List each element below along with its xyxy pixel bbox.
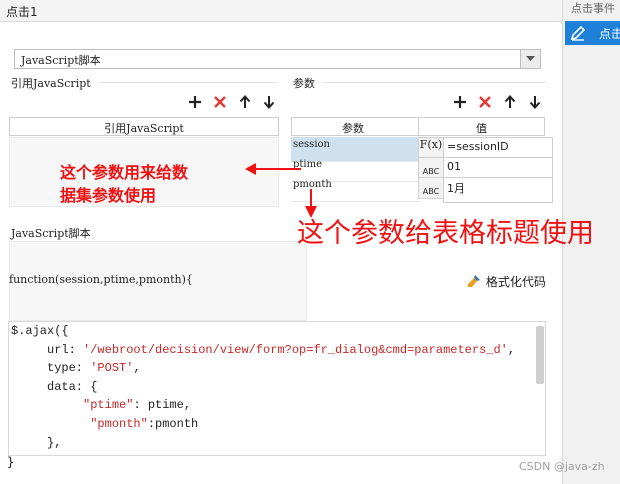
param-row-session[interactable]: session F(x) =sessionID	[291, 137, 553, 163]
delete-reference-button[interactable]	[211, 93, 229, 111]
function-closing-brace: }	[7, 455, 15, 469]
code-editor[interactable]: $.ajax({ url: '/webroot/decision/view/fo…	[8, 321, 546, 456]
code-line: url: '/webroot/decision/view/form?op=fr_…	[11, 342, 516, 357]
move-up-param-button[interactable]	[501, 93, 519, 111]
add-reference-button[interactable]	[186, 93, 204, 111]
move-down-reference-button[interactable]	[260, 93, 278, 111]
watermark: CSDN @java-zh	[519, 460, 605, 473]
delete-icon	[214, 96, 226, 108]
window-title: 点击1	[0, 0, 562, 22]
params-section-label: 参数	[293, 77, 315, 90]
column-divider	[418, 118, 419, 135]
param-name-header: 参数	[342, 122, 364, 135]
move-down-param-button[interactable]	[526, 93, 544, 111]
event-panel-title: 点击事件	[571, 2, 615, 15]
reference-column-header: 引用JavaScript	[9, 117, 279, 136]
section-divider	[322, 82, 546, 83]
annotation-arrow-down	[305, 189, 317, 218]
section-divider	[100, 82, 278, 83]
param-value-header: 值	[476, 122, 487, 135]
script-type-select[interactable]: JavaScript脚本	[14, 49, 541, 69]
code-line: headers: {	[11, 452, 515, 455]
add-param-button[interactable]	[451, 93, 469, 111]
move-up-reference-button[interactable]	[236, 93, 254, 111]
brush-icon	[466, 273, 482, 289]
code-content: $.ajax({ url: '/webroot/decision/view/fo…	[11, 322, 516, 455]
chevron-down-icon[interactable]	[520, 50, 540, 68]
format-code-label: 格式化代码	[485, 275, 546, 289]
add-icon	[189, 96, 201, 108]
format-code-button[interactable]: 格式化代码	[466, 273, 546, 290]
annotation-table-title: 这个参数给表格标题使用	[297, 218, 594, 249]
param-value[interactable]: 1月	[443, 177, 553, 203]
delete-icon	[479, 96, 491, 108]
annotation-dataset-param: 这个参数用来给数据集参数使用	[60, 163, 189, 205]
move-up-icon	[504, 95, 516, 108]
params-table-header: 参数 值	[291, 117, 545, 136]
edit-pencil-icon	[569, 24, 587, 42]
move-up-icon	[239, 95, 251, 108]
param-row-pmonth[interactable]: pmonth ABC 1月	[291, 177, 553, 203]
annotation-arrow-left	[245, 163, 301, 175]
function-signature: function(session,ptime,pmonth){	[9, 273, 193, 286]
code-scrollbar[interactable]	[536, 326, 544, 384]
string-type-icon[interactable]: ABC	[418, 177, 444, 199]
string-type-icon[interactable]: ABC	[418, 157, 444, 179]
code-line: "ptime": ptime,	[83, 398, 192, 413]
delete-param-button[interactable]	[476, 93, 494, 111]
click-event-label: 点击	[599, 27, 620, 41]
script-section-label: JavaScript脚本	[11, 227, 91, 240]
code-line: },	[11, 435, 62, 450]
code-line: $.ajax({	[11, 324, 69, 338]
param-row-ptime[interactable]: ptime ABC 01	[291, 157, 553, 183]
move-down-icon	[529, 96, 541, 109]
script-type-value: JavaScript脚本	[21, 54, 101, 67]
formula-type-icon[interactable]: F(x)	[418, 137, 444, 159]
code-line: "pmonth":pmonth	[90, 416, 199, 431]
move-down-icon	[263, 96, 275, 109]
code-line: type: 'POST',	[11, 361, 141, 376]
add-icon	[454, 96, 466, 108]
code-line: data: {	[11, 379, 98, 394]
click-event-button[interactable]: 点击	[565, 21, 620, 45]
reference-section-label: 引用JavaScript	[11, 77, 91, 90]
